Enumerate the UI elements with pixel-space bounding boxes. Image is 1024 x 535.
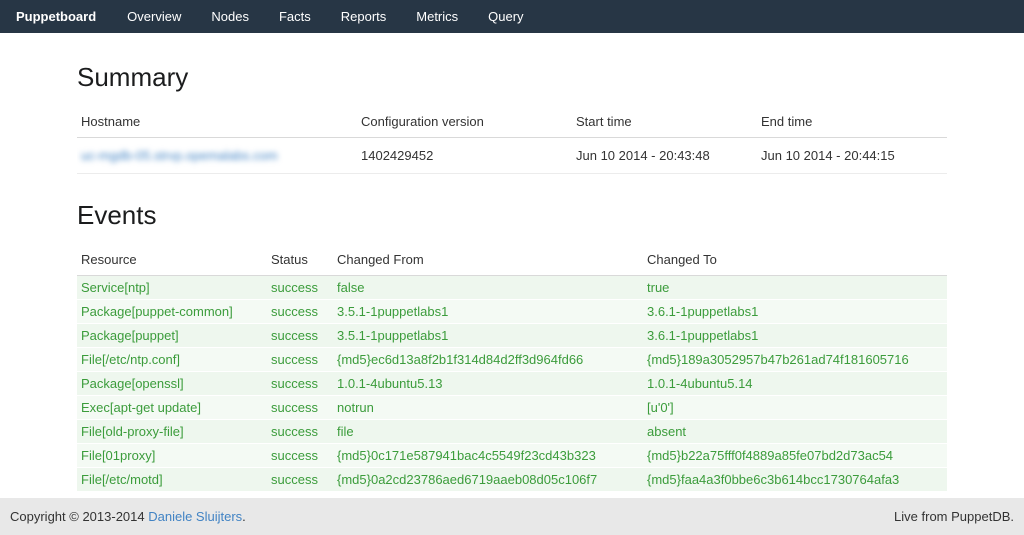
event-cell-to: {md5}b22a75fff0f4889a85fe07bd2d73ac54 <box>643 444 947 468</box>
event-cell-status: success <box>267 468 333 492</box>
events-col-to: Changed To <box>643 243 947 276</box>
event-cell-status: success <box>267 276 333 300</box>
event-row: Package[puppet-common]success3.5.1-1pupp… <box>77 300 947 324</box>
event-row: Exec[apt-get update]successnotrun[u'0'] <box>77 396 947 420</box>
summary-col-end: End time <box>757 105 947 138</box>
event-row: File[/etc/ntp.conf]success{md5}ec6d13a8f… <box>77 348 947 372</box>
copyright-text: Copyright © 2013-2014 <box>10 509 148 524</box>
event-cell-resource: File[/etc/motd] <box>77 468 267 492</box>
top-nav: Puppetboard OverviewNodesFactsReportsMet… <box>0 0 1024 33</box>
events-table: Resource Status Changed From Changed To … <box>77 243 947 492</box>
summary-table: Hostname Configuration version Start tim… <box>77 105 947 174</box>
summary-cell-configver: 1402429452 <box>357 138 572 174</box>
event-cell-from: 1.0.1-4ubuntu5.13 <box>333 372 643 396</box>
summary-cell-hostname: uc-mgdb-05.strvp.opemalabs.com <box>77 138 357 174</box>
event-row: File[/etc/motd]success{md5}0a2cd23786aed… <box>77 468 947 492</box>
summary-heading: Summary <box>77 62 947 93</box>
copyright-period: . <box>242 509 246 524</box>
nav-item-nodes[interactable]: Nodes <box>196 0 264 33</box>
event-cell-resource: Package[puppet-common] <box>77 300 267 324</box>
nav-item-query[interactable]: Query <box>473 0 538 33</box>
events-heading: Events <box>77 200 947 231</box>
event-row: File[old-proxy-file]successfileabsent <box>77 420 947 444</box>
nav-item-metrics[interactable]: Metrics <box>401 0 473 33</box>
event-cell-from: 3.5.1-1puppetlabs1 <box>333 324 643 348</box>
event-cell-resource: Package[openssl] <box>77 372 267 396</box>
footer-status: Live from PuppetDB. <box>894 509 1014 524</box>
summary-col-start: Start time <box>572 105 757 138</box>
event-row: Package[openssl]success1.0.1-4ubuntu5.13… <box>77 372 947 396</box>
summary-col-configver: Configuration version <box>357 105 572 138</box>
event-cell-to: [u'0'] <box>643 396 947 420</box>
event-cell-status: success <box>267 372 333 396</box>
event-cell-resource: File[01proxy] <box>77 444 267 468</box>
events-tbody: Service[ntp]successfalsetruePackage[pupp… <box>77 276 947 492</box>
footer-copyright: Copyright © 2013-2014 Daniele Sluijters. <box>10 509 246 524</box>
event-cell-from: notrun <box>333 396 643 420</box>
event-cell-to: 3.6.1-1puppetlabs1 <box>643 324 947 348</box>
summary-cell-start: Jun 10 2014 - 20:43:48 <box>572 138 757 174</box>
event-cell-to: {md5}189a3052957b47b261ad74f181605716 <box>643 348 947 372</box>
event-cell-status: success <box>267 396 333 420</box>
event-cell-from: 3.5.1-1puppetlabs1 <box>333 300 643 324</box>
nav-items: OverviewNodesFactsReportsMetricsQuery <box>112 0 538 33</box>
event-cell-resource: Exec[apt-get update] <box>77 396 267 420</box>
nav-item-facts[interactable]: Facts <box>264 0 326 33</box>
event-row: File[01proxy]success{md5}0c171e587941bac… <box>77 444 947 468</box>
event-cell-resource: Service[ntp] <box>77 276 267 300</box>
event-cell-status: success <box>267 420 333 444</box>
event-cell-to: {md5}faa4a3f0bbe6c3b614bcc1730764afa3 <box>643 468 947 492</box>
event-cell-resource: Package[puppet] <box>77 324 267 348</box>
event-cell-status: success <box>267 300 333 324</box>
event-cell-from: {md5}0a2cd23786aed6719aaeb08d05c106f7 <box>333 468 643 492</box>
event-row: Service[ntp]successfalsetrue <box>77 276 947 300</box>
event-cell-resource: File[/etc/ntp.conf] <box>77 348 267 372</box>
events-col-from: Changed From <box>333 243 643 276</box>
event-cell-status: success <box>267 348 333 372</box>
events-header-row: Resource Status Changed From Changed To <box>77 243 947 276</box>
event-cell-resource: File[old-proxy-file] <box>77 420 267 444</box>
event-cell-to: 1.0.1-4ubuntu5.14 <box>643 372 947 396</box>
event-cell-to: absent <box>643 420 947 444</box>
event-cell-to: 3.6.1-1puppetlabs1 <box>643 300 947 324</box>
summary-row: uc-mgdb-05.strvp.opemalabs.com 140242945… <box>77 138 947 174</box>
nav-item-overview[interactable]: Overview <box>112 0 196 33</box>
summary-header-row: Hostname Configuration version Start tim… <box>77 105 947 138</box>
event-cell-status: success <box>267 444 333 468</box>
footer: Copyright © 2013-2014 Daniele Sluijters.… <box>0 498 1024 535</box>
event-cell-from: {md5}0c171e587941bac4c5549f23cd43b323 <box>333 444 643 468</box>
events-col-resource: Resource <box>77 243 267 276</box>
summary-cell-end: Jun 10 2014 - 20:44:15 <box>757 138 947 174</box>
nav-brand[interactable]: Puppetboard <box>0 0 112 33</box>
event-cell-to: true <box>643 276 947 300</box>
event-row: Package[puppet]success3.5.1-1puppetlabs1… <box>77 324 947 348</box>
event-cell-from: file <box>333 420 643 444</box>
main-content: Summary Hostname Configuration version S… <box>0 33 1024 498</box>
nav-item-reports[interactable]: Reports <box>326 0 402 33</box>
hostname-link[interactable]: uc-mgdb-05.strvp.opemalabs.com <box>81 148 278 163</box>
event-cell-from: false <box>333 276 643 300</box>
events-col-status: Status <box>267 243 333 276</box>
summary-col-hostname: Hostname <box>77 105 357 138</box>
author-link[interactable]: Daniele Sluijters <box>148 509 242 524</box>
event-cell-status: success <box>267 324 333 348</box>
event-cell-from: {md5}ec6d13a8f2b1f314d84d2ff3d964fd66 <box>333 348 643 372</box>
